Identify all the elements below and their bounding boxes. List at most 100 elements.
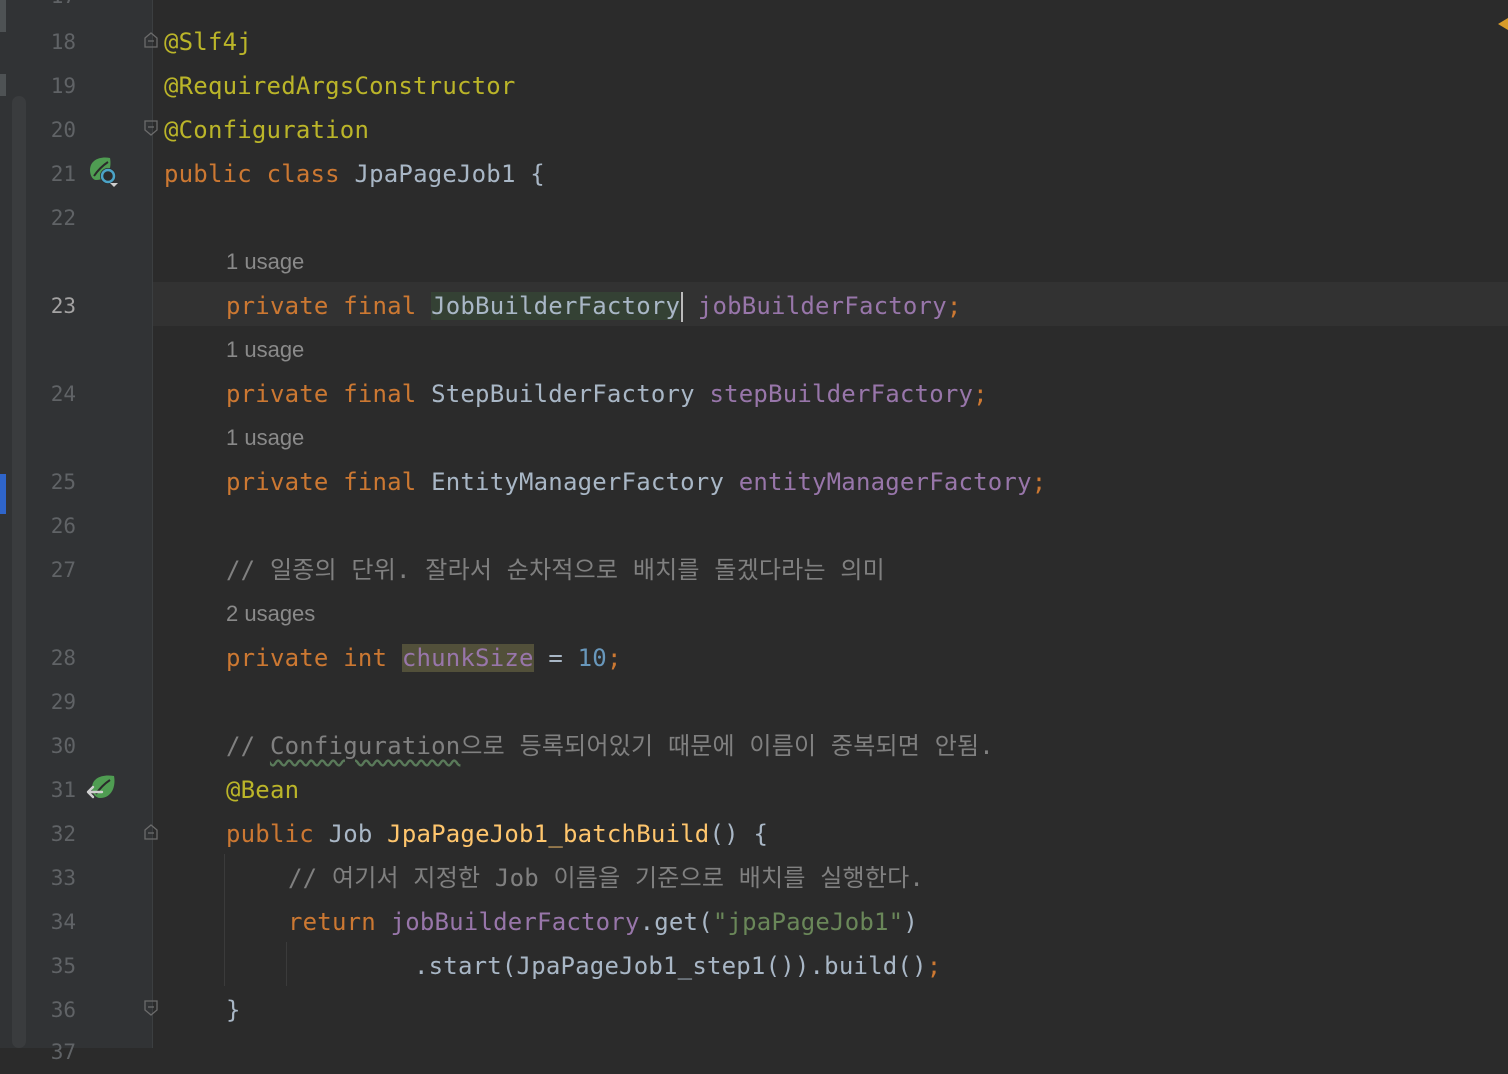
line-number: 34 — [50, 910, 76, 934]
line-number: 18 — [50, 30, 76, 54]
method-declaration: public Job JpaPageJob1_batchBuild() { — [226, 812, 768, 856]
line-number: 37 — [50, 1040, 76, 1064]
code-line-current[interactable]: 23 private final JobBuilderFactory jobBu… — [0, 284, 1508, 328]
code-line[interactable]: 36 } — [0, 988, 1508, 1032]
chain-calls: .start(JpaPageJob1_step1()).build() — [414, 952, 927, 980]
line-number: 33 — [50, 866, 76, 890]
annotation: @RequiredArgsConstructor — [164, 72, 516, 100]
comment-prefix: // — [226, 732, 270, 760]
line-number: 23 — [50, 294, 76, 318]
code-line[interactable]: 18 @Slf4j — [0, 20, 1508, 64]
line-number: 17 — [34, 0, 76, 18]
string-literal: "jpaPageJob1" — [712, 908, 904, 936]
code-line[interactable]: 30 // Configuration으로 등록되어있기 때문에 이름이 중복되… — [0, 724, 1508, 768]
line-number: 36 — [50, 998, 76, 1022]
comment: // 여기서 지정한 Job 이름을 기준으로 배치를 실행한다. — [288, 864, 925, 892]
line-number: 21 — [50, 162, 76, 186]
field-declaration: private final EntityManagerFactory entit… — [226, 460, 1046, 504]
usage-hint[interactable]: 1 usage — [226, 240, 304, 284]
code-line[interactable]: 34 return jobBuilderFactory.get("jpaPage… — [0, 900, 1508, 944]
line-number: 35 — [50, 954, 76, 978]
typo-word[interactable]: Configuration — [270, 732, 460, 760]
keyword: private — [226, 644, 329, 672]
semicolon: ; — [926, 952, 942, 980]
field-name: jobBuilderFactory — [697, 292, 947, 320]
brace: { — [753, 820, 769, 848]
code-line[interactable]: 21 public class JpaPageJob1 { — [0, 152, 1508, 196]
code-line[interactable]: 19 @RequiredArgsConstructor — [0, 64, 1508, 108]
code-line[interactable]: 25 private final EntityManagerFactory en… — [0, 460, 1508, 504]
line-number: 26 — [50, 514, 76, 538]
line-number: 30 — [50, 734, 76, 758]
annotation: @Configuration — [164, 116, 370, 144]
field-declaration: private int chunkSize = 10; — [226, 636, 622, 680]
comment: // Configuration으로 등록되어있기 때문에 이름이 중복되면 안… — [226, 724, 994, 768]
field-name-highlighted[interactable]: chunkSize — [401, 644, 534, 672]
line-number: 28 — [50, 646, 76, 670]
brace: } — [226, 996, 241, 1024]
keyword: private — [226, 468, 329, 496]
operator: = — [548, 644, 563, 672]
keyword: int — [343, 644, 388, 672]
field-declaration: private final StepBuilderFactory stepBui… — [226, 372, 988, 416]
code-line[interactable]: 27 // 일종의 단위. 잘라서 순차적으로 배치를 돌겠다라는 의미 — [0, 548, 1508, 592]
code-line[interactable]: 22 — [0, 196, 1508, 240]
text-caret — [681, 292, 684, 322]
class-name: JpaPageJob1 — [354, 160, 516, 188]
semicolon: ; — [1031, 468, 1047, 496]
keyword: class — [266, 160, 340, 188]
field-name: jobBuilderFactory — [390, 908, 640, 936]
method-name: JpaPageJob1_batchBuild — [387, 820, 710, 848]
comment-rest: 으로 등록되어있기 때문에 이름이 중복되면 안됨. — [460, 732, 994, 760]
line-number: 29 — [50, 690, 76, 714]
semicolon: ; — [973, 380, 988, 408]
field-name: entityManagerFactory — [738, 468, 1032, 496]
parens: () — [709, 820, 739, 848]
line-number: 24 — [50, 382, 76, 406]
keyword: public — [164, 160, 252, 188]
type-name: EntityManagerFactory — [431, 468, 725, 496]
annotation: @Slf4j — [164, 28, 252, 56]
field-declaration: private final JobBuilderFactory jobBuild… — [226, 284, 962, 328]
field-name: stepBuilderFactory — [709, 380, 974, 408]
code-line[interactable]: 35 .start(JpaPageJob1_step1()).build(); — [0, 944, 1508, 988]
return-statement: return jobBuilderFactory.get("jpaPageJob… — [288, 900, 918, 944]
code-line[interactable]: 31 @Bean — [0, 768, 1508, 812]
usage-hint[interactable]: 2 usages — [226, 592, 315, 636]
line-number: 20 — [50, 118, 76, 142]
code-line[interactable]: 26 — [0, 504, 1508, 548]
keyword: final — [343, 380, 417, 408]
keyword: final — [343, 468, 417, 496]
type-name: StepBuilderFactory — [431, 380, 695, 408]
keyword: return — [288, 908, 376, 936]
line-number: 25 — [50, 470, 76, 494]
keyword: final — [343, 292, 417, 320]
line-number: 22 — [50, 206, 76, 230]
method-chain: .start(JpaPageJob1_step1()).build(); — [414, 944, 941, 988]
method-call: .get( — [639, 908, 713, 936]
code-line[interactable]: 29 — [0, 680, 1508, 724]
type-name-highlighted[interactable]: JobBuilderFactory — [431, 292, 681, 320]
code-line[interactable]: 24 private final StepBuilderFactory step… — [0, 372, 1508, 416]
code-line[interactable]: 32 public Job JpaPageJob1_batchBuild() { — [0, 812, 1508, 856]
keyword: private — [226, 380, 329, 408]
line-number: 19 — [50, 74, 76, 98]
semicolon: ; — [606, 644, 622, 672]
semicolon: ; — [946, 292, 962, 320]
line-number: 27 — [50, 558, 76, 582]
close-paren: ) — [903, 908, 918, 936]
annotation: @Bean — [226, 776, 300, 804]
code-line[interactable]: 28 private int chunkSize = 10; — [0, 636, 1508, 680]
brace: { — [530, 160, 545, 188]
usage-hint[interactable]: 1 usage — [226, 416, 304, 460]
code-line[interactable]: 20 @Configuration — [0, 108, 1508, 152]
comment: // 일종의 단위. 잘라서 순차적으로 배치를 돌겠다라는 의미 — [226, 556, 885, 584]
keyword: private — [226, 292, 329, 320]
class-declaration: public class JpaPageJob1 { — [164, 152, 545, 196]
type-name: Job — [328, 820, 373, 848]
usage-hint[interactable]: 1 usage — [226, 328, 304, 372]
code-line[interactable]: 33 // 여기서 지정한 Job 이름을 기준으로 배치를 실행한다. — [0, 856, 1508, 900]
number-literal: 10 — [577, 644, 607, 672]
keyword: public — [226, 820, 314, 848]
line-number: 32 — [50, 822, 76, 846]
